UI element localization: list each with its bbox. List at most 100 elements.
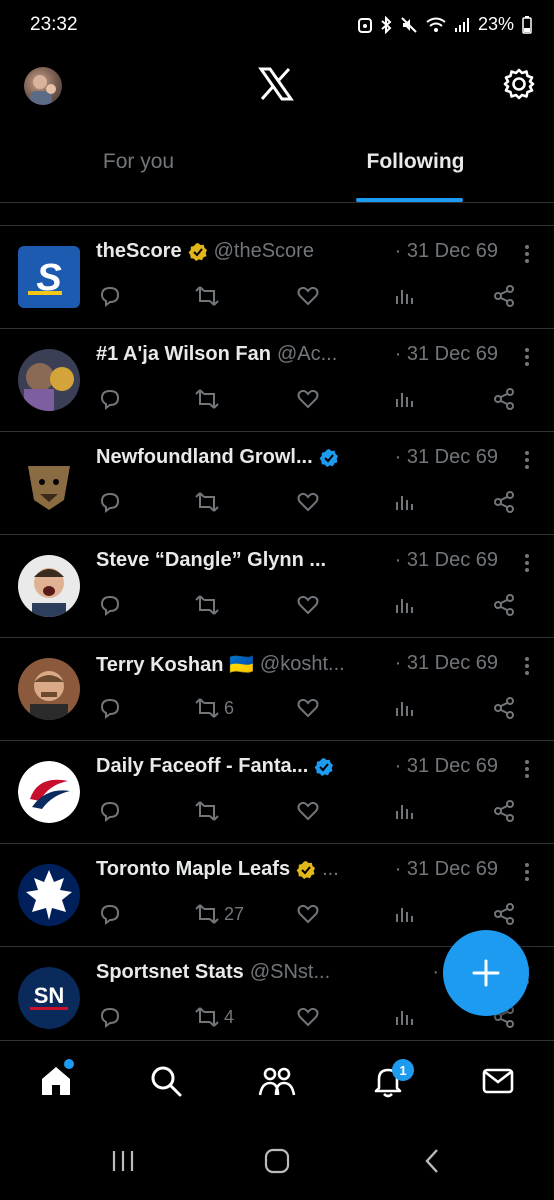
author-name[interactable]: Terry Koshan 🇺🇦 bbox=[96, 652, 254, 677]
like-button[interactable] bbox=[296, 284, 320, 308]
post-item[interactable]: Daily Faceoff - Fanta... · 31 Dec 69 bbox=[0, 741, 554, 844]
author-name[interactable]: Newfoundland Growl... bbox=[96, 446, 313, 469]
partial-post bbox=[0, 203, 554, 226]
share-button[interactable] bbox=[492, 902, 516, 926]
share-icon bbox=[494, 697, 514, 719]
share-button[interactable] bbox=[492, 490, 516, 514]
author-name[interactable]: Sportsnet Stats bbox=[96, 961, 244, 984]
reply-button[interactable] bbox=[98, 902, 122, 926]
reply-button[interactable] bbox=[98, 284, 122, 308]
steve-dangle-avatar[interactable] bbox=[18, 555, 80, 617]
reply-button[interactable] bbox=[98, 1005, 122, 1029]
reply-button[interactable] bbox=[98, 593, 122, 617]
post-item[interactable]: Steve “Dangle” Glynn ... · 31 Dec 69 bbox=[0, 535, 554, 638]
post-item[interactable]: #1 A'ja Wilson Fan @Ac... · 31 Dec 69 bbox=[0, 329, 554, 432]
views-button[interactable] bbox=[394, 490, 416, 514]
reply-button[interactable] bbox=[98, 696, 122, 720]
views-button[interactable] bbox=[394, 284, 416, 308]
repost-button[interactable] bbox=[194, 799, 224, 823]
more-options-icon[interactable] bbox=[524, 553, 530, 573]
reply-icon bbox=[100, 286, 120, 307]
views-button[interactable] bbox=[394, 696, 416, 720]
author-name[interactable]: #1 A'ja Wilson Fan bbox=[96, 343, 271, 366]
reply-icon bbox=[100, 595, 120, 616]
share-button[interactable] bbox=[492, 799, 516, 823]
like-button[interactable] bbox=[296, 696, 320, 720]
like-button[interactable] bbox=[296, 902, 320, 926]
views-button[interactable] bbox=[394, 902, 416, 926]
share-icon bbox=[494, 491, 514, 513]
reply-button[interactable] bbox=[98, 387, 122, 411]
tab-following[interactable]: Following bbox=[277, 122, 554, 202]
like-button[interactable] bbox=[296, 490, 320, 514]
share-button[interactable] bbox=[492, 284, 516, 308]
more-options-icon[interactable] bbox=[524, 759, 530, 779]
repost-button[interactable]: 4 bbox=[194, 1005, 234, 1029]
nav-home[interactable] bbox=[38, 1059, 74, 1104]
share-button[interactable] bbox=[492, 387, 516, 411]
sportsnet-stats-logo[interactable]: SN bbox=[18, 967, 80, 1029]
gear-icon[interactable] bbox=[502, 67, 536, 101]
repost-button[interactable] bbox=[194, 387, 224, 411]
back-button-icon[interactable] bbox=[422, 1148, 442, 1174]
thescore-logo[interactable]: S bbox=[18, 246, 80, 308]
daily-faceoff-logo[interactable] bbox=[18, 761, 80, 823]
views-icon bbox=[396, 290, 413, 304]
author-name[interactable]: theScore bbox=[96, 240, 182, 263]
reply-icon bbox=[100, 904, 120, 925]
views-button[interactable] bbox=[394, 387, 416, 411]
reply-button[interactable] bbox=[98, 490, 122, 514]
views-button[interactable] bbox=[394, 1005, 416, 1029]
timeline-feed[interactable]: StheScore @theScore · 31 Dec 69 #1 A'ja Wil… bbox=[0, 203, 554, 1040]
author-name[interactable]: Daily Faceoff - Fanta... bbox=[96, 755, 308, 778]
post-item[interactable]: StheScore @theScore · 31 Dec 69 bbox=[0, 226, 554, 329]
maple-leafs-logo[interactable] bbox=[18, 864, 80, 926]
share-button[interactable] bbox=[492, 696, 516, 720]
status-icons: 23% bbox=[357, 14, 532, 35]
views-icon bbox=[396, 908, 413, 922]
share-button[interactable] bbox=[492, 593, 516, 617]
more-options-icon[interactable] bbox=[524, 656, 530, 676]
author-name[interactable]: Toronto Maple Leafs bbox=[96, 858, 290, 881]
repost-button[interactable]: 6 bbox=[194, 696, 234, 720]
more-options-icon[interactable] bbox=[524, 244, 530, 264]
like-button[interactable] bbox=[296, 799, 320, 823]
reply-button[interactable] bbox=[98, 799, 122, 823]
views-button[interactable] bbox=[394, 593, 416, 617]
repost-button[interactable] bbox=[194, 490, 224, 514]
terry-koshan-avatar[interactable] bbox=[18, 658, 80, 720]
reply-icon bbox=[100, 492, 120, 513]
reply-icon bbox=[100, 1007, 120, 1028]
nav-notifications[interactable]: 1 bbox=[370, 1059, 414, 1104]
wifi-icon bbox=[426, 17, 446, 32]
like-button[interactable] bbox=[296, 1005, 320, 1029]
timeline-tabs: For you Following bbox=[0, 122, 554, 203]
more-options-icon[interactable] bbox=[524, 347, 530, 367]
growlers-logo[interactable] bbox=[18, 452, 80, 514]
like-button[interactable] bbox=[296, 593, 320, 617]
recent-apps-icon[interactable] bbox=[110, 1148, 136, 1174]
more-options-icon[interactable] bbox=[524, 450, 530, 470]
post-date: · 31 Dec 69 bbox=[394, 343, 498, 365]
more-options-icon[interactable] bbox=[524, 862, 530, 882]
signal-icon bbox=[454, 17, 469, 32]
aja-wilson-fan-avatar[interactable] bbox=[18, 349, 80, 411]
tab-for-you[interactable]: For you bbox=[0, 122, 277, 202]
views-icon bbox=[396, 496, 413, 510]
repost-button[interactable] bbox=[194, 593, 224, 617]
post-actions bbox=[96, 284, 524, 314]
compose-post-button[interactable] bbox=[443, 930, 529, 1016]
home-button-icon[interactable] bbox=[264, 1148, 290, 1174]
author-name[interactable]: Steve “Dangle” Glynn ... bbox=[96, 549, 326, 572]
repost-button[interactable] bbox=[194, 284, 224, 308]
nav-search[interactable] bbox=[148, 1063, 184, 1104]
like-button[interactable] bbox=[296, 387, 320, 411]
post-item[interactable]: Newfoundland Growl... · 31 Dec 69 bbox=[0, 432, 554, 535]
active-tab-indicator bbox=[356, 198, 463, 202]
profile-avatar[interactable] bbox=[24, 67, 62, 105]
nav-messages[interactable] bbox=[480, 1063, 516, 1104]
views-button[interactable] bbox=[394, 799, 416, 823]
repost-button[interactable]: 27 bbox=[194, 902, 244, 926]
post-item[interactable]: Terry Koshan 🇺🇦 @kosht... · 31 Dec 69 6 bbox=[0, 638, 554, 741]
nav-communities[interactable] bbox=[258, 1063, 296, 1104]
